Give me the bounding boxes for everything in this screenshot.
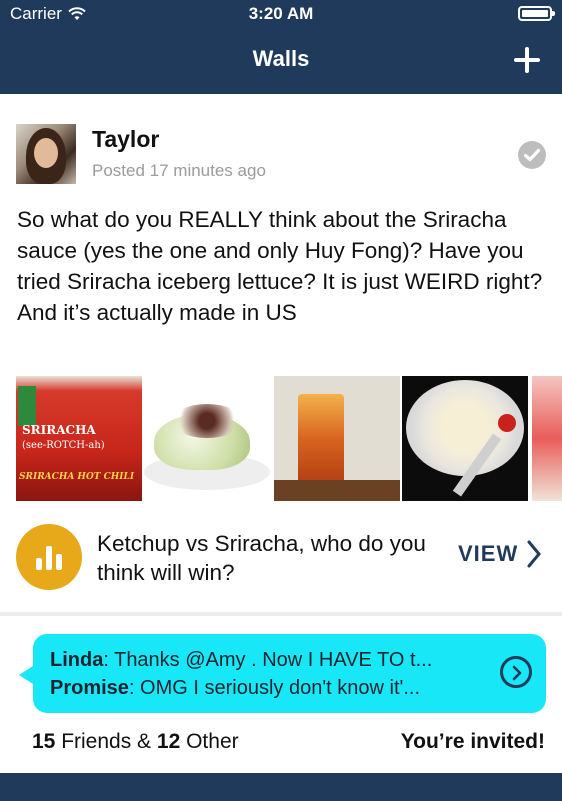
- post-body: So what do you REALLY think about the Sr…: [17, 207, 543, 325]
- add-button[interactable]: [514, 47, 540, 73]
- poll-question: Ketchup vs Sriracha, who do you think wi…: [97, 531, 426, 585]
- invited-label: You’re invited!: [400, 730, 545, 753]
- post-timestamp: Posted 17 minutes ago: [92, 161, 266, 180]
- image-strip[interactable]: SRIRACHA (see-ROTCH-ah) SRIRACHA HOT CHI…: [16, 376, 562, 501]
- photo-sriracha-bottle[interactable]: SRIRACHA (see-ROTCH-ah) SRIRACHA HOT CHI…: [16, 376, 142, 501]
- photo-partial[interactable]: [532, 376, 562, 501]
- status-bar: Carrier 3:20 AM: [0, 0, 562, 28]
- view-poll-button[interactable]: VIEW: [458, 540, 542, 568]
- check-icon[interactable]: [518, 141, 546, 169]
- divider: [0, 612, 562, 616]
- top-bar: Carrier 3:20 AM Walls: [0, 0, 562, 94]
- bottle-label-3: SRIRACHA HOT CHILI: [19, 472, 135, 482]
- status-time: 3:20 AM: [248, 4, 314, 23]
- chat-preview[interactable]: Linda: Thanks @Amy . Now I HAVE TO t... …: [19, 634, 546, 713]
- avatar[interactable]: [16, 124, 76, 184]
- post-author[interactable]: Taylor: [92, 126, 159, 153]
- battery-icon: [518, 6, 555, 21]
- bottle-label-1: SRIRACHA: [22, 423, 96, 437]
- open-chat-icon[interactable]: [500, 656, 532, 688]
- photo-noodle-bowl[interactable]: [402, 376, 528, 501]
- chat-message: Promise: OMG I seriously don't know it'.…: [50, 677, 421, 699]
- poll-icon: [16, 524, 82, 590]
- chevron-right-icon: [527, 540, 542, 568]
- photo-drink[interactable]: [274, 376, 400, 501]
- photo-iceberg-lettuce[interactable]: [144, 376, 270, 501]
- view-label: VIEW: [458, 541, 519, 566]
- attendee-counts: 15 Friends & 12 Other: [32, 730, 239, 753]
- chat-message: Linda: Thanks @Amy . Now I HAVE TO t...: [50, 649, 433, 671]
- page-title: Walls: [252, 46, 310, 71]
- bottle-label-2: (see-ROTCH-ah): [22, 440, 105, 451]
- bottom-bar: [0, 773, 562, 801]
